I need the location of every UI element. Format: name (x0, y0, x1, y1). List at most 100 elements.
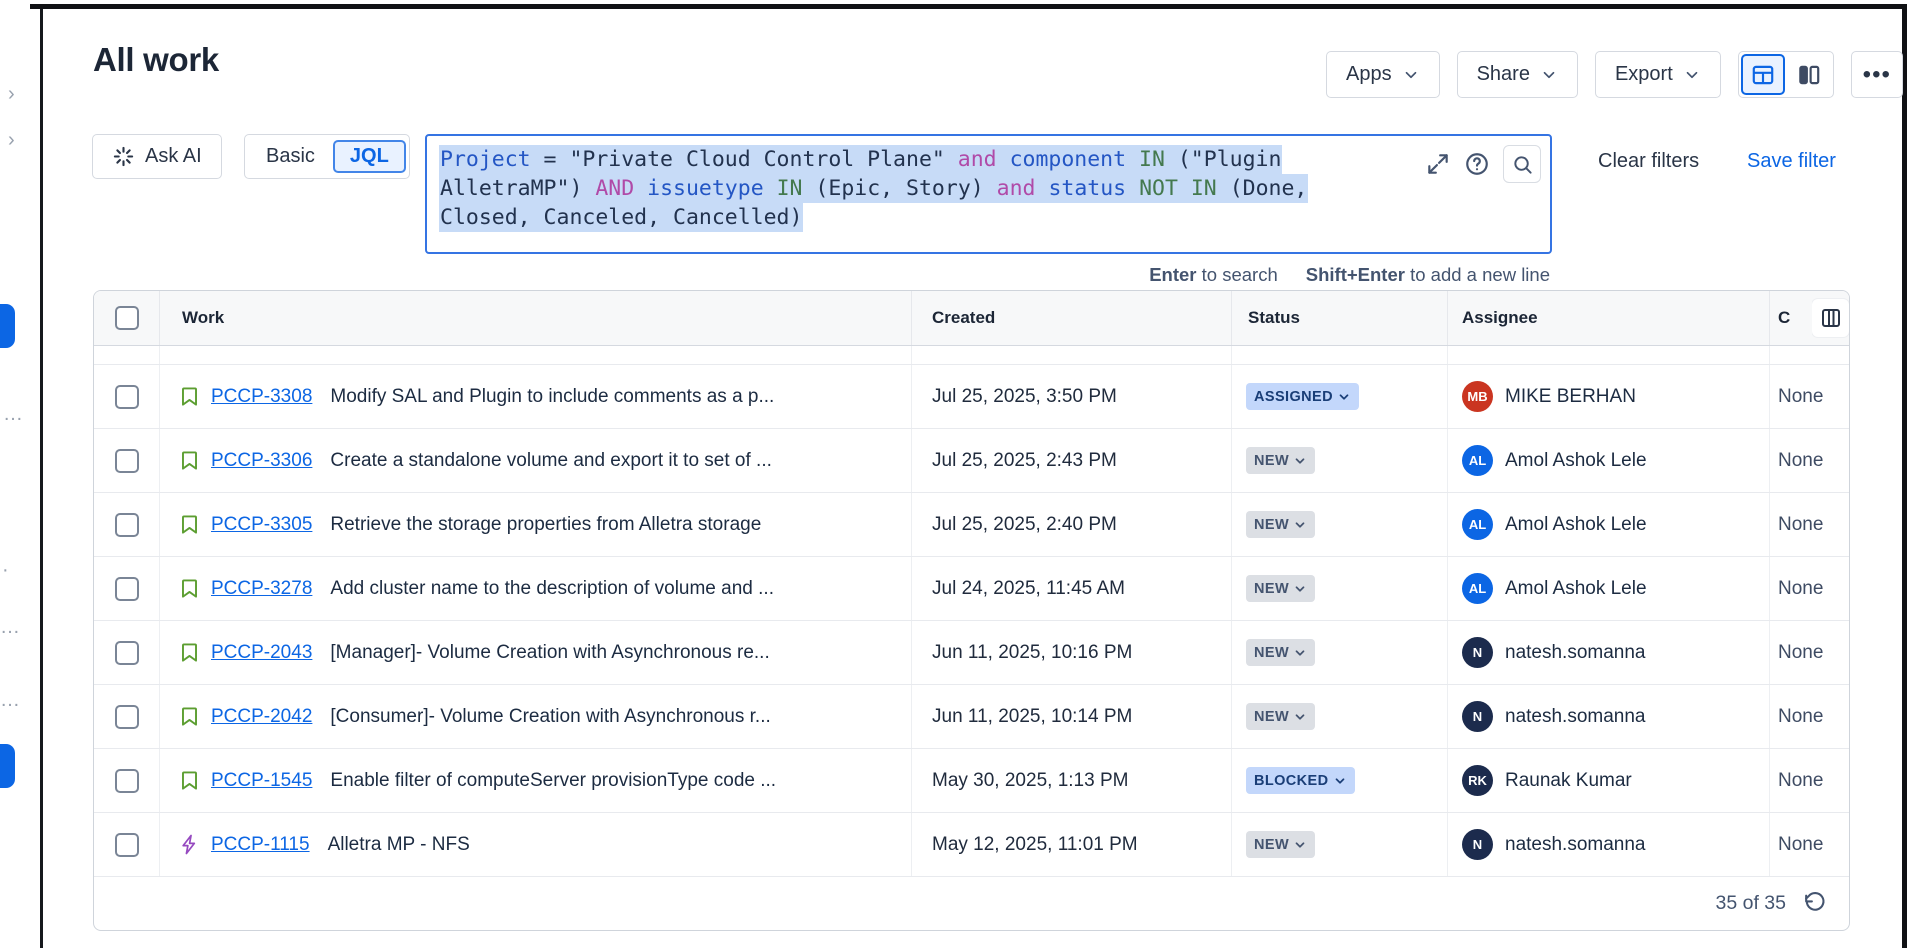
issue-key-link[interactable]: PCCP-1545 (211, 770, 312, 792)
view-toggle (1738, 51, 1834, 98)
status-cell: NEW (1232, 685, 1448, 748)
avatar: N (1462, 637, 1493, 668)
issue-summary[interactable]: Alletra MP - NFS (328, 834, 470, 856)
status-cell: BLOCKED (1232, 749, 1448, 812)
share-button[interactable]: Share (1457, 51, 1578, 98)
issue-summary[interactable]: [Consumer]- Volume Creation with Asynchr… (330, 706, 770, 728)
column-header-assignee[interactable]: Assignee (1448, 291, 1770, 345)
row-checkbox[interactable] (115, 449, 139, 473)
column-settings-cell (1812, 291, 1849, 345)
issue-key-link[interactable]: PCCP-3308 (211, 386, 312, 408)
jql-mode-button[interactable]: JQL (333, 140, 406, 173)
issue-key-link[interactable]: PCCP-3305 (211, 514, 312, 536)
row-checkbox-cell (94, 813, 160, 876)
issue-summary[interactable]: Retrieve the storage properties from All… (330, 514, 761, 536)
issue-key-link[interactable]: PCCP-2043 (211, 642, 312, 664)
syntax-help-button[interactable] (1464, 151, 1490, 177)
sidebar-chevron-icon[interactable]: › (8, 84, 15, 104)
basic-mode-button[interactable]: Basic (248, 145, 333, 168)
category-value: None (1778, 642, 1823, 664)
column-header-truncated[interactable]: C (1770, 291, 1812, 345)
work-cell: PCCP-3305 Retrieve the storage properties… (160, 493, 912, 556)
ask-ai-label: Ask AI (145, 145, 202, 168)
avatar: N (1462, 829, 1493, 860)
issue-summary[interactable]: [Manager]- Volume Creation with Asynchro… (330, 642, 769, 664)
row-checkbox[interactable] (115, 769, 139, 793)
table-footer: 35 of 35 (94, 877, 1849, 930)
run-search-button[interactable] (1503, 145, 1541, 183)
window-right-border (1902, 4, 1907, 948)
table-row: PCCP-1115 Alletra MP - NFS May 12, 2025, 1… (94, 813, 1849, 877)
category-cell: None (1770, 749, 1849, 812)
assignee-cell: RKRaunak Kumar (1448, 749, 1770, 812)
created-value: May 12, 2025, 11:01 PM (932, 834, 1138, 856)
issue-summary[interactable]: Modify SAL and Plugin to include comment… (330, 386, 774, 408)
status-badge[interactable]: NEW (1246, 639, 1315, 666)
category-cell: None (1770, 493, 1849, 556)
save-filter-button[interactable]: Save filter (1747, 150, 1836, 173)
status-badge[interactable]: ASSIGNED (1246, 383, 1359, 410)
issue-summary[interactable]: Create a standalone volume and export it… (330, 450, 771, 472)
configure-columns-button[interactable] (1812, 299, 1849, 337)
table-row: PCCP-2043 [Manager]- Volume Creation with… (94, 621, 1849, 685)
refresh-button[interactable] (1802, 891, 1827, 916)
table-view-button[interactable] (1741, 54, 1785, 95)
status-badge[interactable]: NEW (1246, 575, 1315, 602)
row-checkbox[interactable] (115, 641, 139, 665)
clear-filters-button[interactable]: Clear filters (1598, 150, 1699, 173)
row-checkbox-cell (94, 557, 160, 620)
story-icon (178, 641, 201, 664)
row-checkbox[interactable] (115, 385, 139, 409)
more-button[interactable]: ••• (1851, 51, 1903, 98)
issue-summary[interactable]: Enable filter of computeServer provision… (330, 770, 776, 792)
status-badge[interactable]: BLOCKED (1246, 767, 1355, 794)
search-icon (1511, 153, 1534, 176)
row-checkbox[interactable] (115, 833, 139, 857)
story-icon (178, 769, 201, 792)
issue-key-link[interactable]: PCCP-3278 (211, 578, 312, 600)
apps-button[interactable]: Apps (1326, 51, 1440, 98)
row-count: 35 of 35 (1716, 892, 1786, 915)
issue-key-link[interactable]: PCCP-3306 (211, 450, 312, 472)
row-checkbox-cell (94, 365, 160, 428)
issue-key-link[interactable]: PCCP-1115 (211, 834, 310, 856)
column-header-work[interactable]: Work (160, 291, 912, 345)
work-items-table: Work Created Status Assignee C PCCP-3308… (93, 290, 1850, 931)
assignee-name: natesh.somanna (1505, 642, 1646, 664)
column-header-status[interactable]: Status (1232, 291, 1448, 345)
select-all-checkbox[interactable] (115, 306, 139, 330)
row-checkbox[interactable] (115, 705, 139, 729)
category-value: None (1778, 706, 1823, 728)
jql-input[interactable]: Project = "Private Cloud Control Plane" … (425, 134, 1552, 254)
issue-key-link[interactable]: PCCP-2042 (211, 706, 312, 728)
row-checkbox[interactable] (115, 513, 139, 537)
status-badge[interactable]: NEW (1246, 831, 1315, 858)
sidebar-ellipsis-icon: … (3, 404, 23, 424)
sidebar-chevron-icon[interactable]: › (8, 130, 15, 150)
category-cell: None (1770, 429, 1849, 492)
column-header-created[interactable]: Created (912, 291, 1232, 345)
epic-icon (178, 833, 201, 856)
status-badge[interactable]: NEW (1246, 511, 1315, 538)
assignee-name: Amol Ashok Lele (1505, 514, 1647, 536)
created-value: Jul 25, 2025, 2:40 PM (932, 514, 1117, 536)
sidebar-active-item[interactable] (0, 304, 15, 348)
status-badge[interactable]: NEW (1246, 703, 1315, 730)
sidebar-item-highlight[interactable] (0, 744, 15, 788)
work-cell: PCCP-2042 [Consumer]- Volume Creation wit… (160, 685, 912, 748)
sidebar-dot-icon: · (2, 560, 9, 580)
table-row: PCCP-3278 Add cluster name to the descrip… (94, 557, 1849, 621)
row-checkbox[interactable] (115, 577, 139, 601)
issue-summary[interactable]: Add cluster name to the description of v… (330, 578, 774, 600)
assignee-cell: ALAmol Ashok Lele (1448, 557, 1770, 620)
export-button[interactable]: Export (1595, 51, 1721, 98)
expand-editor-button[interactable] (1425, 151, 1451, 177)
status-badge[interactable]: NEW (1246, 447, 1315, 474)
ask-ai-button[interactable]: Ask AI (92, 134, 222, 179)
chevron-down-icon (1337, 390, 1351, 404)
category-value: None (1778, 578, 1823, 600)
story-icon (178, 449, 201, 472)
detail-view-button[interactable] (1787, 54, 1831, 95)
share-button-label: Share (1477, 63, 1530, 86)
table-row: PCCP-2042 [Consumer]- Volume Creation wit… (94, 685, 1849, 749)
